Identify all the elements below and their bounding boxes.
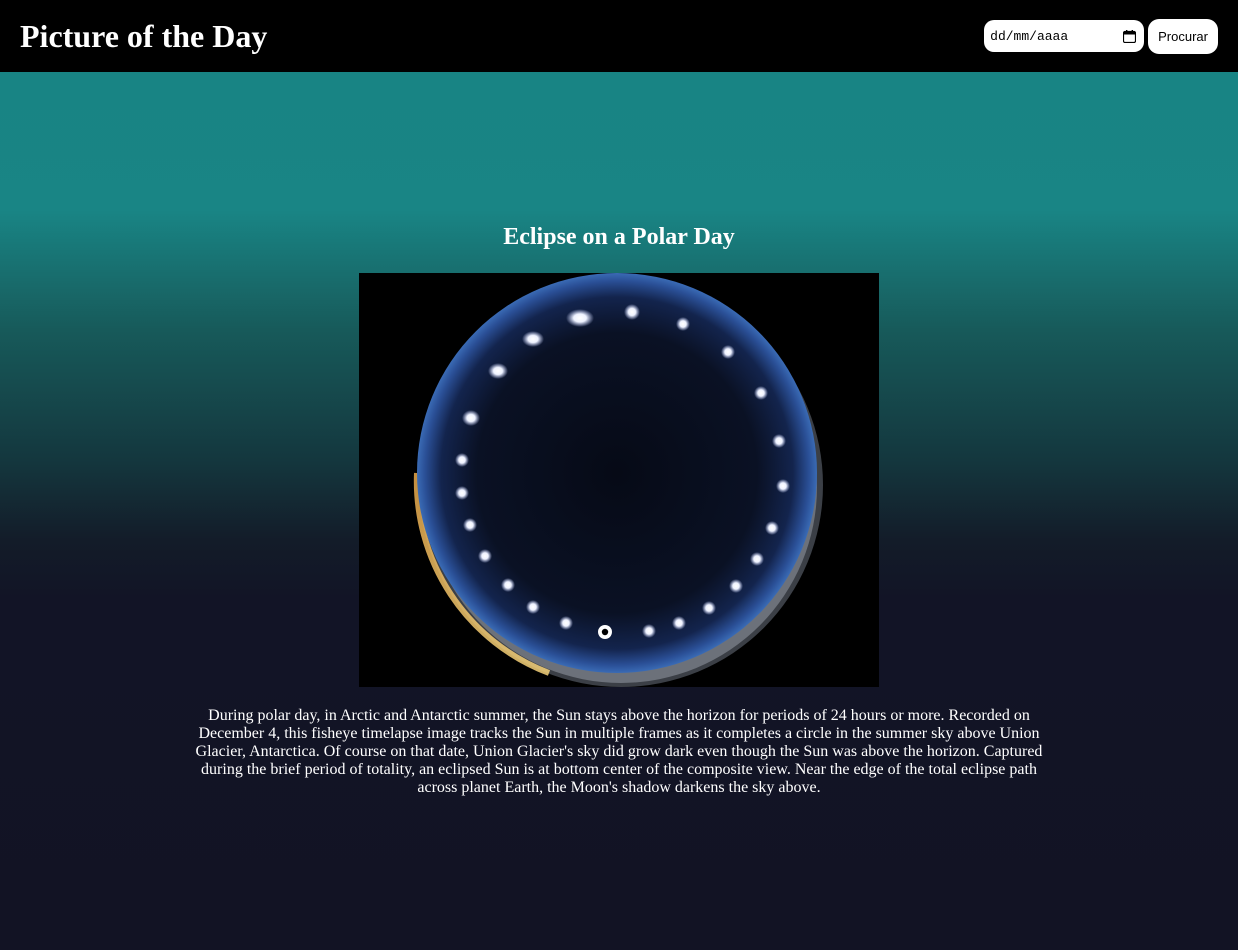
picture-description: During polar day, in Arctic and Antarcti… [195, 707, 1043, 796]
picture-title: Eclipse on a Polar Day [503, 224, 735, 250]
top-bar: Picture of the Day dd/mm/aaaa Procurar [0, 0, 1238, 72]
search-button[interactable]: Procurar [1148, 18, 1218, 54]
site-title: Picture of the Day [20, 17, 268, 54]
picture-image [359, 273, 879, 687]
date-input-placeholder: dd/mm/aaaa [990, 28, 1069, 44]
calendar-icon[interactable] [1123, 29, 1137, 43]
date-search-form: dd/mm/aaaa Procurar [984, 18, 1218, 54]
date-input[interactable]: dd/mm/aaaa [984, 20, 1145, 52]
